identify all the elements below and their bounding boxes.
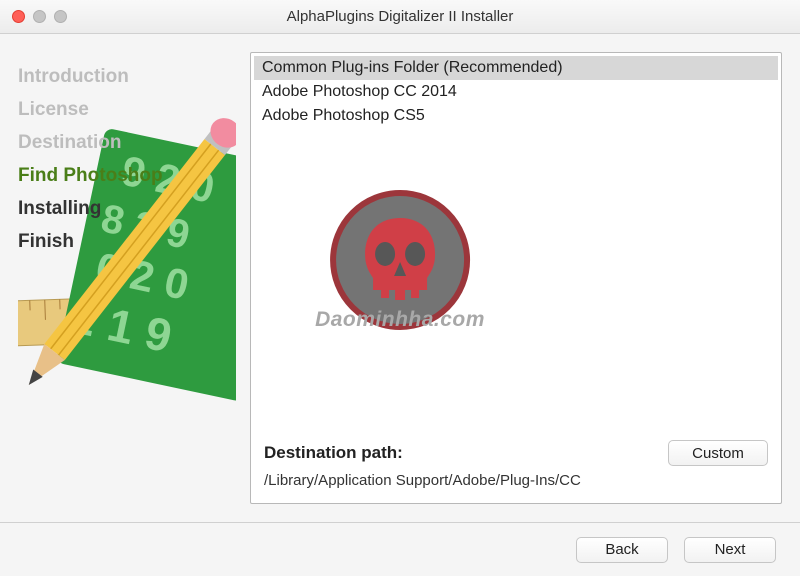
list-item[interactable]: Adobe Photoshop CC 2014 [254,80,778,104]
photoshop-list[interactable]: Common Plug-ins Folder (Recommended) Ado… [254,56,778,430]
step-destination: Destination [18,132,236,154]
installer-window: AlphaPlugins Digitalizer II Installer [0,0,800,576]
steps-list: Introduction License Destination Find Ph… [18,52,236,253]
footer: Back Next [0,522,800,576]
close-icon[interactable] [12,10,25,23]
minimize-icon [33,10,46,23]
step-introduction: Introduction [18,66,236,88]
destination-area: Destination path: Custom /Library/Applic… [254,430,778,491]
maximize-icon [54,10,67,23]
next-button[interactable]: Next [684,537,776,563]
step-license: License [18,99,236,121]
list-item[interactable]: Adobe Photoshop CS5 [254,104,778,128]
titlebar: AlphaPlugins Digitalizer II Installer [0,0,800,34]
destination-path: /Library/Application Support/Adobe/Plug-… [264,472,768,489]
list-item[interactable]: Common Plug-ins Folder (Recommended) [254,56,778,80]
step-installing: Installing [18,198,236,220]
main-panel: Common Plug-ins Folder (Recommended) Ado… [250,52,782,504]
back-button[interactable]: Back [576,537,668,563]
step-finish: Finish [18,231,236,253]
step-find-photoshop: Find Photoshop [18,165,236,187]
sidebar: 9 2 0 8 3 9 0 2 0 2 1 9 Introductio [18,52,236,504]
window-controls [12,10,67,23]
custom-button[interactable]: Custom [668,440,768,466]
content-area: 9 2 0 8 3 9 0 2 0 2 1 9 Introductio [0,34,800,522]
window-title: AlphaPlugins Digitalizer II Installer [0,8,800,25]
destination-label: Destination path: [264,443,403,463]
